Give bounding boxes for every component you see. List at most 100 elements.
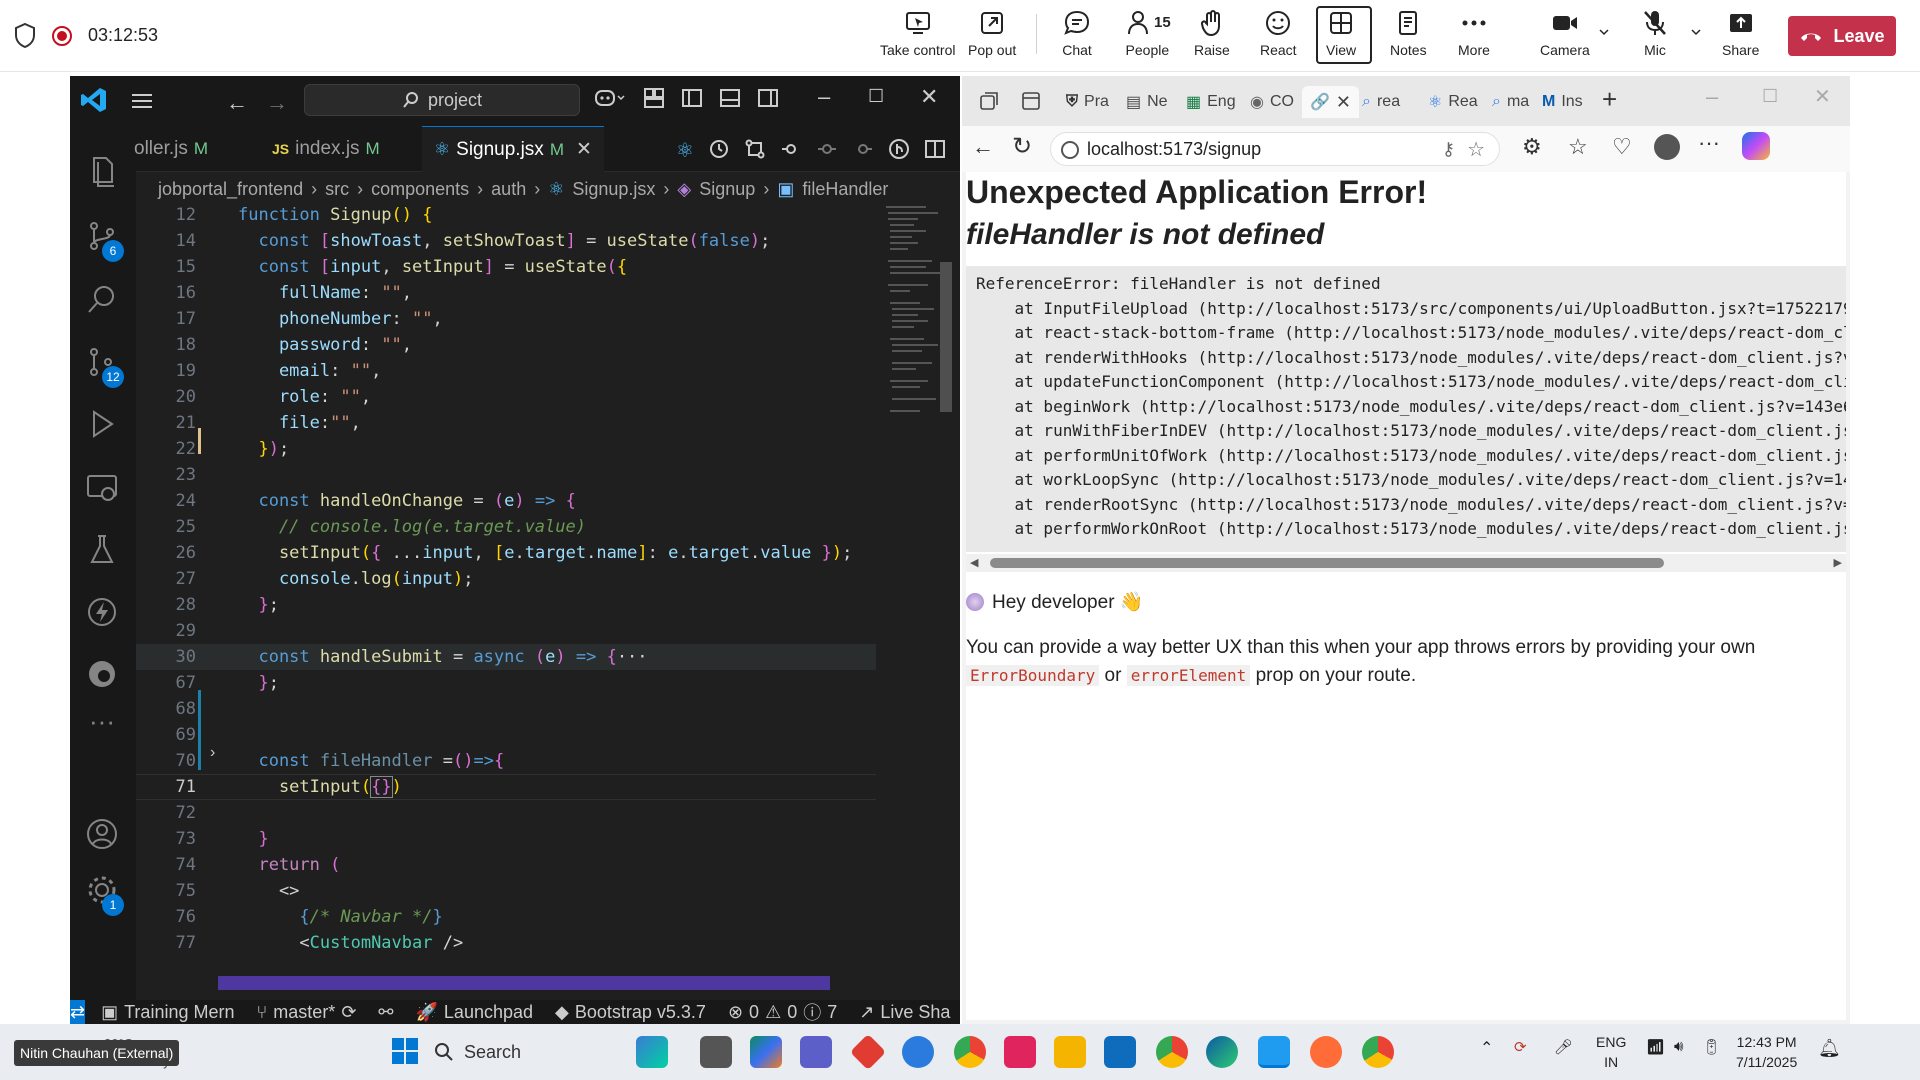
wifi-icon[interactable]: 📶︎ bbox=[1646, 1038, 1665, 1056]
code-line[interactable]: 23 bbox=[136, 462, 876, 488]
react-button[interactable]: React bbox=[1260, 8, 1297, 64]
code-line[interactable]: 69 bbox=[136, 722, 876, 748]
pop-out-button[interactable]: Pop out bbox=[968, 8, 1016, 64]
workspaces-icon[interactable] bbox=[978, 90, 1000, 112]
share-button[interactable]: Share bbox=[1722, 8, 1759, 64]
volume-icon[interactable]: 🔊︎ bbox=[1674, 1038, 1683, 1055]
status-problems[interactable]: ⊗ 0 ⚠ 0 ⓘ 7 bbox=[728, 1000, 837, 1024]
more-icon[interactable]: ··· bbox=[1698, 130, 1720, 156]
browser-tab[interactable]: ▦ Eng bbox=[1186, 86, 1236, 118]
code-line[interactable]: 15 const [input, setInput] = useState({ bbox=[136, 254, 876, 280]
onedrive-sync-icon[interactable]: ⟳ bbox=[1514, 1038, 1527, 1056]
go-forward-icon[interactable] bbox=[852, 138, 874, 160]
code-line[interactable]: 29 bbox=[136, 618, 876, 644]
chat-button[interactable]: Chat bbox=[1062, 8, 1092, 64]
browser-essentials-icon[interactable]: ♡ bbox=[1612, 134, 1632, 160]
breadcrumb-item[interactable]: src bbox=[325, 179, 349, 200]
code-line-current[interactable]: 71 setInput({}) bbox=[136, 774, 876, 800]
key-icon[interactable]: ⚷ bbox=[1442, 139, 1455, 160]
code-line[interactable]: 21 file: "", bbox=[136, 410, 876, 436]
postman-app-icon[interactable] bbox=[1310, 1036, 1342, 1068]
tab-index-js[interactable]: JS index.js M bbox=[260, 126, 392, 172]
back-arrow-icon[interactable]: ← bbox=[226, 90, 248, 116]
tab-actions-icon[interactable] bbox=[1020, 90, 1042, 112]
copilot-icon[interactable] bbox=[1742, 132, 1770, 160]
editor-scrollbar-thumb[interactable] bbox=[940, 262, 952, 412]
breadcrumb-item[interactable]: auth bbox=[491, 179, 526, 200]
breadcrumb-item[interactable]: jobportal_frontend bbox=[158, 179, 303, 200]
edge-app-icon[interactable] bbox=[1206, 1036, 1238, 1068]
status-live-share[interactable]: ↗ Live Sha bbox=[859, 1002, 950, 1023]
scroll-right-icon[interactable]: ▶ bbox=[1834, 556, 1842, 569]
vscode-app-icon[interactable] bbox=[1258, 1036, 1290, 1068]
code-line[interactable]: 22 }); bbox=[136, 436, 876, 462]
code-line[interactable]: 72 bbox=[136, 800, 876, 826]
browser-tab[interactable]: ◉ CO bbox=[1250, 86, 1294, 118]
more-views-icon[interactable]: ··· bbox=[84, 706, 120, 742]
tab-signup-jsx[interactable]: ⚛ Signup.jsx M ✕ bbox=[422, 126, 604, 172]
code-line[interactable]: 75 <> bbox=[136, 878, 876, 904]
camera-button[interactable]: Camera bbox=[1540, 8, 1590, 64]
browser-tab[interactable]: ▤ Ne bbox=[1126, 86, 1168, 118]
code-editor[interactable]: 12 function Signup() { 14 const [showToas… bbox=[136, 202, 960, 1000]
code-line[interactable]: 18 password: "", bbox=[136, 332, 876, 358]
code-line[interactable]: 77 < CustomNavbar /> bbox=[136, 930, 876, 956]
code-line[interactable]: 19 email: "", bbox=[136, 358, 876, 384]
extensions-icon[interactable]: ⚙ bbox=[1522, 134, 1542, 160]
git-graph-icon[interactable] bbox=[888, 138, 910, 160]
browser-tab[interactable]: ⌕ ma bbox=[1492, 86, 1529, 118]
code-line[interactable]: 73 } bbox=[136, 826, 876, 852]
breadcrumb-item[interactable]: Signup.jsx bbox=[572, 179, 655, 200]
code-line[interactable]: 16 fullName: "", bbox=[136, 280, 876, 306]
code-line[interactable]: 68 bbox=[136, 696, 876, 722]
code-line[interactable]: 27 console. log(input); bbox=[136, 566, 876, 592]
refresh-icon[interactable]: ↻ bbox=[1012, 132, 1032, 161]
remote-explorer-icon[interactable] bbox=[84, 470, 120, 506]
people-button[interactable]: 15 People bbox=[1124, 8, 1171, 64]
more-button[interactable]: More bbox=[1458, 8, 1490, 64]
site-info-icon[interactable] bbox=[1061, 141, 1079, 159]
store-app-icon[interactable] bbox=[1104, 1036, 1136, 1068]
status-workspace[interactable]: ▣ Training Mern bbox=[101, 1002, 234, 1023]
task-view-icon[interactable] bbox=[700, 1036, 732, 1068]
raise-hand-button[interactable]: Raise bbox=[1194, 8, 1230, 64]
profile-avatar[interactable] bbox=[1654, 134, 1680, 160]
horizontal-scrollbar-thumb[interactable] bbox=[218, 976, 830, 990]
chrome-secondary-app-icon[interactable] bbox=[1362, 1036, 1394, 1068]
chevron-down-icon[interactable] bbox=[1598, 26, 1610, 38]
mic-button[interactable]: Mic bbox=[1640, 8, 1670, 64]
browser-tab[interactable]: M Ins bbox=[1542, 86, 1583, 118]
code-line[interactable]: 70 const fileHandler =() =>{ bbox=[136, 748, 876, 774]
code-line[interactable]: 28 }; bbox=[136, 592, 876, 618]
system-clock[interactable]: 12:43 PM 7/11/2025 bbox=[1736, 1032, 1797, 1072]
python-app-icon[interactable] bbox=[902, 1036, 934, 1068]
breadcrumb-item[interactable]: Signup bbox=[699, 179, 755, 200]
code-line[interactable]: 26 setInput({ ... input, [e. target. name]:… bbox=[136, 540, 876, 566]
git-app-icon[interactable] bbox=[849, 1033, 887, 1071]
file-explorer-icon[interactable] bbox=[1054, 1036, 1086, 1068]
forward-arrow-icon[interactable]: → bbox=[266, 90, 288, 116]
sticky-scroll-line[interactable]: 12 function Signup() { bbox=[136, 202, 876, 228]
code-line-folded[interactable]: 30 const handleSubmit = async (e) => {··… bbox=[136, 644, 876, 670]
view-button[interactable]: View bbox=[1326, 8, 1356, 64]
minimize-icon[interactable]: – bbox=[1706, 84, 1718, 110]
code-line[interactable]: 14 const [showToast, setShowToast] = use… bbox=[136, 228, 876, 254]
maximize-icon[interactable]: ☐ bbox=[1762, 86, 1778, 107]
browser-tab[interactable]: ⌕ rea bbox=[1362, 86, 1400, 118]
split-editor-icon[interactable] bbox=[924, 138, 946, 160]
copilot-app-icon[interactable] bbox=[750, 1036, 782, 1068]
scroll-left-icon[interactable]: ◀ bbox=[970, 556, 978, 569]
taskbar-search[interactable]: Search bbox=[434, 1036, 634, 1068]
menu-icon[interactable] bbox=[130, 92, 154, 110]
battery-icon[interactable]: 🔋︎ bbox=[1702, 1038, 1721, 1056]
command-center-search[interactable]: project bbox=[304, 84, 580, 116]
language-indicator[interactable]: ENG IN bbox=[1596, 1032, 1626, 1072]
scrollbar-thumb[interactable] bbox=[990, 558, 1664, 568]
chevron-down-icon[interactable] bbox=[1690, 26, 1702, 38]
widgets-icon[interactable] bbox=[636, 1036, 668, 1068]
minimize-icon[interactable]: – bbox=[818, 84, 830, 110]
code-line[interactable]: 74 return ( bbox=[136, 852, 876, 878]
browser-tab[interactable]: ⛨ Pra bbox=[1066, 86, 1109, 118]
favorite-star-icon[interactable]: ☆ bbox=[1467, 137, 1485, 162]
explorer-icon[interactable] bbox=[84, 154, 120, 190]
